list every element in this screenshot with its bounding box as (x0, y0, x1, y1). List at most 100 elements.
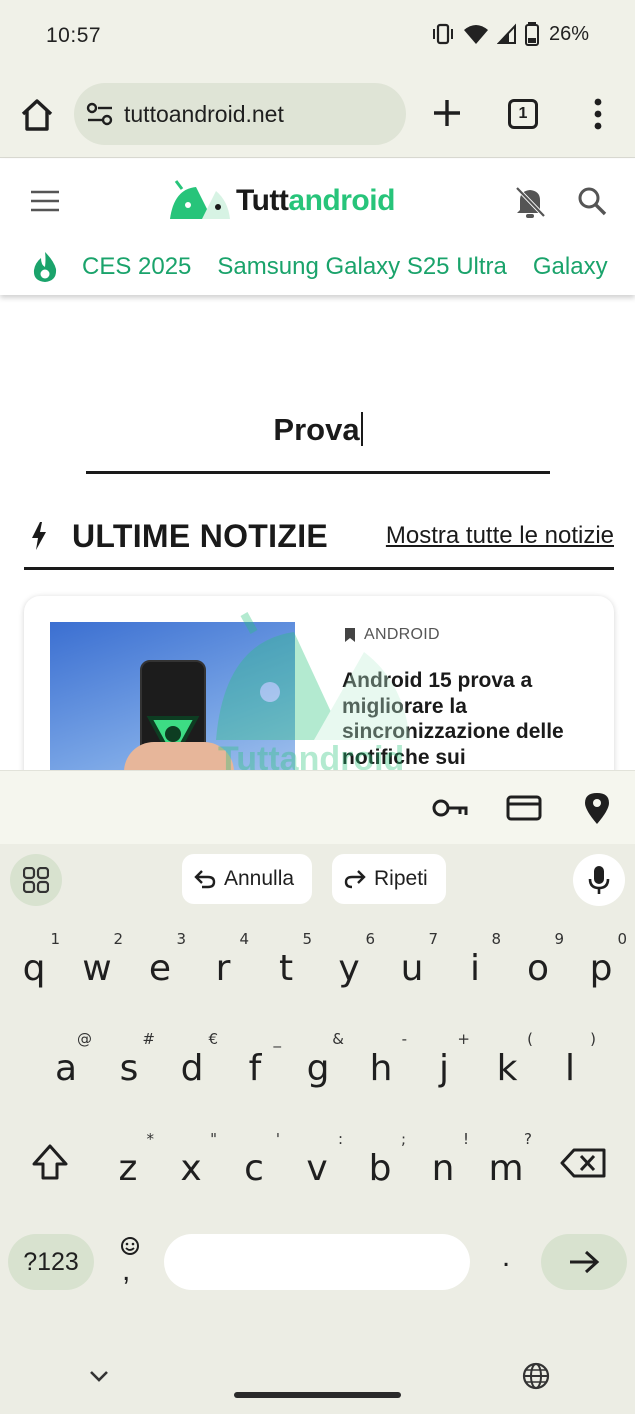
home-icon[interactable] (18, 96, 56, 134)
android-mascot-icon (170, 180, 230, 219)
key[interactable]: 0p (573, 930, 629, 1006)
key-hint: + (457, 1030, 470, 1048)
key[interactable]: ) l (542, 1030, 598, 1106)
password-key-icon[interactable] (432, 793, 468, 823)
redo-icon (344, 870, 366, 889)
key[interactable]: 9o (510, 930, 566, 1006)
key-hint: * (146, 1130, 155, 1148)
key[interactable]: 2w (69, 930, 125, 1006)
emoji-icon (121, 1237, 139, 1255)
new-tab-icon[interactable] (430, 96, 464, 130)
search-input-value: Prova (273, 412, 360, 447)
autofill-bar (0, 770, 635, 844)
key-label: f (248, 1048, 262, 1089)
key[interactable]: (k (479, 1030, 535, 1106)
key[interactable]: " x (163, 1130, 219, 1206)
key-label: l (564, 1048, 575, 1089)
address-location-icon[interactable] (582, 791, 612, 825)
site-logo[interactable]: Tuttandroid (168, 179, 395, 223)
arrow-right-icon (570, 1250, 600, 1274)
key-hint: 4 (239, 930, 249, 948)
key[interactable]: & g (290, 1030, 346, 1106)
key-hint: € (208, 1030, 218, 1048)
trending-item[interactable]: Galaxy (533, 253, 608, 281)
trending-topics-bar: CES 2025 Samsung Galaxy S25 Ultra Galaxy (0, 247, 635, 289)
text-caret (360, 412, 363, 446)
globe-icon[interactable] (522, 1362, 550, 1390)
key-label: b (368, 1148, 392, 1189)
key[interactable]: ! n (415, 1130, 471, 1206)
key-hint: ) (590, 1030, 596, 1048)
undo-icon (194, 870, 216, 889)
gesture-nav-bar[interactable] (234, 1392, 401, 1398)
comma-emoji-key[interactable]: , (108, 1230, 152, 1294)
search-input-underline (86, 471, 550, 474)
redo-button[interactable]: Ripeti (332, 854, 446, 904)
key[interactable]: + j (416, 1030, 472, 1106)
key[interactable]: 8i (447, 930, 503, 1006)
backspace-key[interactable] (556, 1134, 612, 1194)
voice-input-button[interactable] (573, 854, 625, 906)
payment-card-icon[interactable] (506, 793, 542, 823)
key[interactable]: @ a (38, 1030, 94, 1106)
key-label: p (589, 948, 613, 989)
key-hint: : (337, 1130, 343, 1148)
key[interactable]: ' c (226, 1130, 282, 1206)
battery-percent: 26% (548, 22, 589, 45)
key-hint: _ (273, 1030, 282, 1048)
search-input[interactable]: Prova (86, 412, 550, 448)
key-label: j (438, 1048, 449, 1089)
address-bar[interactable]: tuttoandroid.net (74, 83, 406, 145)
lightning-bolt-icon (32, 522, 46, 550)
key[interactable]: 3e (132, 930, 188, 1006)
key[interactable]: 4r (195, 930, 251, 1006)
search-icon[interactable] (576, 185, 608, 217)
key-label: o (526, 948, 550, 989)
status-bar: 10:57 26% (0, 0, 635, 72)
comma-label: , (122, 1254, 131, 1287)
key[interactable]: ; b (352, 1130, 408, 1206)
shift-key[interactable] (22, 1134, 78, 1194)
key[interactable]: 5t (258, 930, 314, 1006)
key-label: q (22, 948, 46, 989)
hamburger-menu-icon[interactable] (30, 189, 60, 213)
status-time: 10:57 (46, 24, 102, 47)
overflow-menu-icon[interactable] (590, 97, 606, 131)
flame-icon (33, 252, 57, 282)
key-label: e (148, 948, 172, 989)
symbols-key[interactable]: ?123 (8, 1234, 94, 1290)
trending-item[interactable]: CES 2025 (82, 253, 191, 281)
keyboard-apps-button[interactable] (10, 854, 62, 906)
tab-switcher-icon[interactable]: 1 (508, 99, 538, 129)
key[interactable]: * z (100, 1130, 156, 1206)
enter-key[interactable] (541, 1234, 627, 1290)
chevron-down-icon[interactable] (88, 1368, 110, 1384)
key[interactable]: 1q (6, 930, 62, 1006)
key[interactable]: -h (353, 1030, 409, 1106)
key[interactable]: ? m (478, 1130, 534, 1206)
key-label: g (306, 1048, 330, 1089)
tuttoandroid-watermark: Tuttandroid (214, 612, 434, 782)
notifications-off-icon[interactable] (514, 185, 546, 219)
key[interactable]: :v (289, 1130, 345, 1206)
key-label: r (215, 948, 231, 989)
key-hint: ( (527, 1030, 533, 1048)
space-key[interactable] (164, 1234, 470, 1290)
key[interactable]: _ f (227, 1030, 283, 1106)
url-text[interactable]: tuttoandroid.net (124, 101, 284, 128)
undo-button[interactable]: Annulla (182, 854, 313, 904)
key[interactable]: 6y (321, 930, 377, 1006)
site-settings-icon[interactable] (86, 101, 114, 127)
period-key[interactable]: . (486, 1240, 526, 1288)
key-label: m (488, 1148, 524, 1189)
trending-item[interactable]: Samsung Galaxy S25 Ultra (217, 253, 506, 281)
show-all-news-link[interactable]: Mostra tutte le notizie (386, 522, 614, 550)
key-hint: 0 (617, 930, 627, 948)
key-label: w (82, 948, 112, 989)
key-label: u (400, 948, 424, 989)
key[interactable]: # s (101, 1030, 157, 1106)
key[interactable]: € d (164, 1030, 220, 1106)
key-label: v (306, 1148, 328, 1189)
key[interactable]: 7u (384, 930, 440, 1006)
undo-label: Annulla (224, 867, 295, 890)
